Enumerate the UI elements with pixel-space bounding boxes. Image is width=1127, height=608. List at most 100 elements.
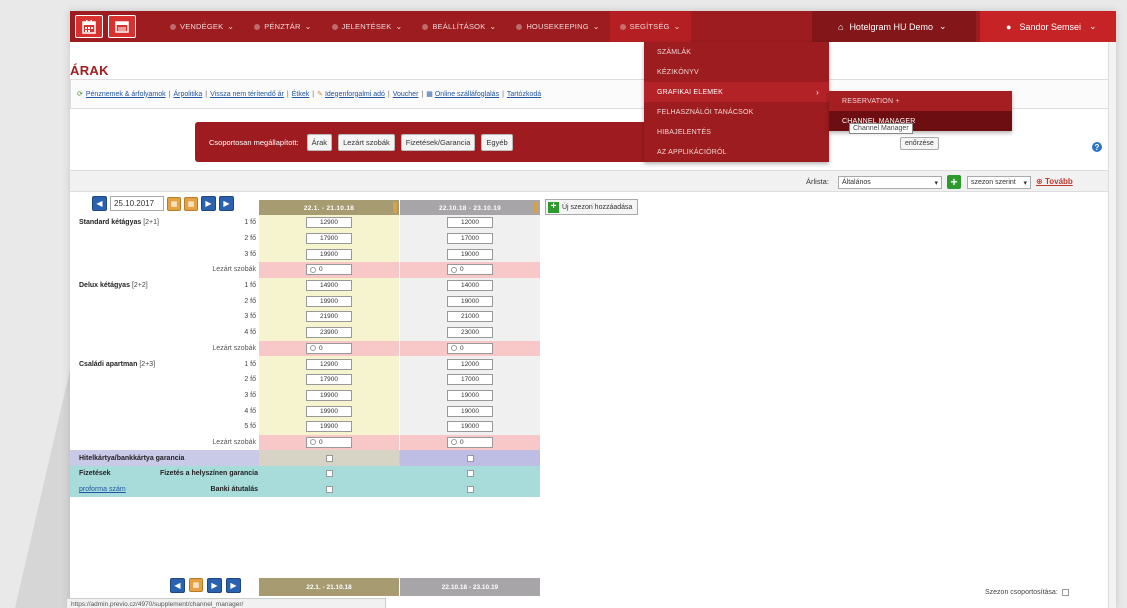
season-header-1[interactable]: 22.1. - 21.10.18 [259, 200, 399, 216]
price-input[interactable]: 19000 [447, 405, 493, 417]
price-input[interactable]: 14900 [306, 280, 352, 292]
price-list-select[interactable]: Általános ▾ [838, 176, 942, 189]
closed-rooms-input[interactable]: 0 [306, 436, 352, 448]
prev-button[interactable]: ◀ [170, 578, 185, 593]
link-stay[interactable]: Tartózkodá [507, 91, 541, 98]
closed-rooms-input[interactable]: 0 [306, 264, 352, 276]
link-pricing-policy[interactable]: Árpolitika [173, 91, 202, 98]
date-input[interactable]: 25.10.2017 [110, 196, 164, 211]
mode-select[interactable]: szezon szerint ▾ [967, 176, 1031, 189]
last-button[interactable]: ▶ [226, 578, 241, 593]
closed-rooms-input[interactable]: 0 [306, 342, 352, 354]
season-header-2[interactable]: 22.10.18 - 23.10.19 [400, 200, 540, 216]
closed-rooms-input[interactable]: 0 [447, 264, 493, 276]
link-nonrefundable[interactable]: Vissza nem térítendő ár [210, 91, 284, 98]
add-season-button[interactable]: + Új szezon hozzáadása [545, 199, 639, 215]
price-input[interactable]: 21900 [306, 311, 352, 323]
price-input[interactable]: 17900 [306, 233, 352, 245]
price-input[interactable]: 19900 [306, 248, 352, 260]
price-input[interactable]: 12900 [306, 217, 352, 229]
price-input[interactable]: 12900 [306, 358, 352, 370]
dd-szamlak[interactable]: Számlák [644, 42, 829, 62]
price-input[interactable]: 19000 [447, 389, 493, 401]
price-input[interactable]: 12000 [447, 358, 493, 370]
season-grouping-checkbox[interactable] [1061, 589, 1069, 596]
link-online-booking[interactable]: Online szálláfoglalás [435, 91, 499, 98]
chevron-down-icon: ⌄ [592, 22, 600, 31]
next-button[interactable]: ▶ [207, 578, 222, 593]
page-title: ÁRAK [70, 63, 109, 78]
group-prices-button[interactable]: Árak [306, 133, 333, 151]
reports-icon [331, 23, 338, 30]
dd-grafikai-elemek[interactable]: Grafikai elemek › [644, 82, 829, 102]
dd-hibajelentes[interactable]: Hibajelentés [644, 122, 829, 142]
bank-transfer-checkbox[interactable] [325, 486, 333, 494]
table-row: 2 fő 19900 19000 [70, 293, 540, 310]
menu-housekeeping[interactable]: Housekeeping ⌄ [506, 11, 609, 42]
group-payments-button[interactable]: Fizetések/Garancia [400, 133, 476, 151]
menu-segitseg[interactable]: Segítség ⌄ [609, 11, 691, 42]
price-input[interactable]: 21000 [447, 311, 493, 323]
group-other-button[interactable]: Egyéb [481, 133, 513, 151]
table-row: 5 fő 19900 19000 [70, 418, 540, 435]
status-bar-url: https://admin.previo.cz/4970/supplement/… [66, 598, 386, 608]
edit-handle-icon[interactable] [393, 202, 397, 213]
link-currencies[interactable]: Pénznemek & árfolyamok [86, 91, 166, 98]
price-input[interactable]: 12000 [447, 217, 493, 229]
group-closed-rooms-button[interactable]: Lezárt szobák [338, 133, 395, 151]
list-view-button[interactable] [108, 15, 136, 38]
calendar-icon[interactable]: ▦ [167, 196, 181, 211]
user-menu[interactable]: ● Sandor Semsei ⌄ [980, 11, 1116, 42]
price-list-label: Árlista: [806, 177, 829, 186]
price-input[interactable]: 19900 [306, 295, 352, 307]
menu-jelentesek[interactable]: Jelentések ⌄ [322, 11, 413, 42]
price-input[interactable]: 23900 [306, 327, 352, 339]
check-button[interactable]: enőrzése [900, 137, 939, 150]
guarantee-checkbox[interactable] [466, 454, 474, 462]
price-input[interactable]: 19900 [306, 421, 352, 433]
help-icon[interactable]: ? [1092, 142, 1102, 152]
guarantee-checkbox[interactable] [325, 454, 333, 462]
season-footer-2[interactable]: 22.10.18 - 23.10.19 [400, 578, 540, 596]
price-input[interactable]: 17000 [447, 233, 493, 245]
menu-penztar[interactable]: Pénztár ⌄ [244, 11, 321, 42]
calendar-button[interactable] [75, 15, 103, 38]
dd-az-applikaciorol[interactable]: Az applikációról [644, 142, 829, 162]
cash-icon [254, 23, 261, 30]
onsite-checkbox[interactable] [325, 470, 333, 478]
price-input[interactable]: 23000 [447, 327, 493, 339]
next-button[interactable]: ▶ [201, 196, 216, 211]
price-input[interactable]: 19000 [447, 295, 493, 307]
link-voucher[interactable]: Voucher [393, 91, 419, 98]
dd-felhasznaloi-tanacsok[interactable]: Felhasználói tanácsok [644, 102, 829, 122]
price-input[interactable]: 17900 [306, 374, 352, 386]
price-input[interactable]: 19000 [447, 421, 493, 433]
season-footer-1[interactable]: 22.1. - 21.10.18 [259, 578, 399, 596]
menu-vendegek[interactable]: Vendégek ⌄ [160, 11, 244, 42]
vertical-scrollbar[interactable] [1108, 42, 1116, 608]
add-price-list-button[interactable]: + [947, 175, 961, 189]
link-meals[interactable]: Étkek [292, 91, 310, 98]
price-input[interactable]: 19900 [306, 405, 352, 417]
proforma-link[interactable]: proforma szám [79, 486, 126, 493]
price-input[interactable]: 14000 [447, 280, 493, 292]
today-icon[interactable]: ▦ [184, 196, 198, 211]
prev-button[interactable]: ◀ [92, 196, 107, 211]
calendar-icon[interactable]: ▦ [189, 578, 203, 592]
price-input[interactable]: 19000 [447, 248, 493, 260]
onsite-checkbox[interactable] [466, 470, 474, 478]
closed-rooms-input[interactable]: 0 [447, 436, 493, 448]
hotel-selector[interactable]: ⌂ Hotelgram HU Demo ⌄ [812, 11, 976, 42]
sub-reservation-plus[interactable]: Reservation + [829, 91, 1012, 111]
edit-handle-icon[interactable] [534, 202, 538, 213]
price-input[interactable]: 19900 [306, 389, 352, 401]
closed-rooms-input[interactable]: 0 [447, 342, 493, 354]
bank-transfer-checkbox[interactable] [466, 486, 474, 494]
more-link[interactable]: ⊕ Tovább [1036, 177, 1073, 186]
last-button[interactable]: ▶ [219, 196, 234, 211]
menu-beallitasok[interactable]: Beállítások ⌄ [412, 11, 506, 42]
bottom-navigation: ◀ ▦ ▶ ▶ 22.1. - 21.10.18 22.10.18 - 23.1… [70, 576, 540, 596]
link-tourist-tax[interactable]: Idegenforgalmi adó [325, 91, 385, 98]
dd-kezikonyv[interactable]: Kézikönyv [644, 62, 829, 82]
price-input[interactable]: 17000 [447, 374, 493, 386]
